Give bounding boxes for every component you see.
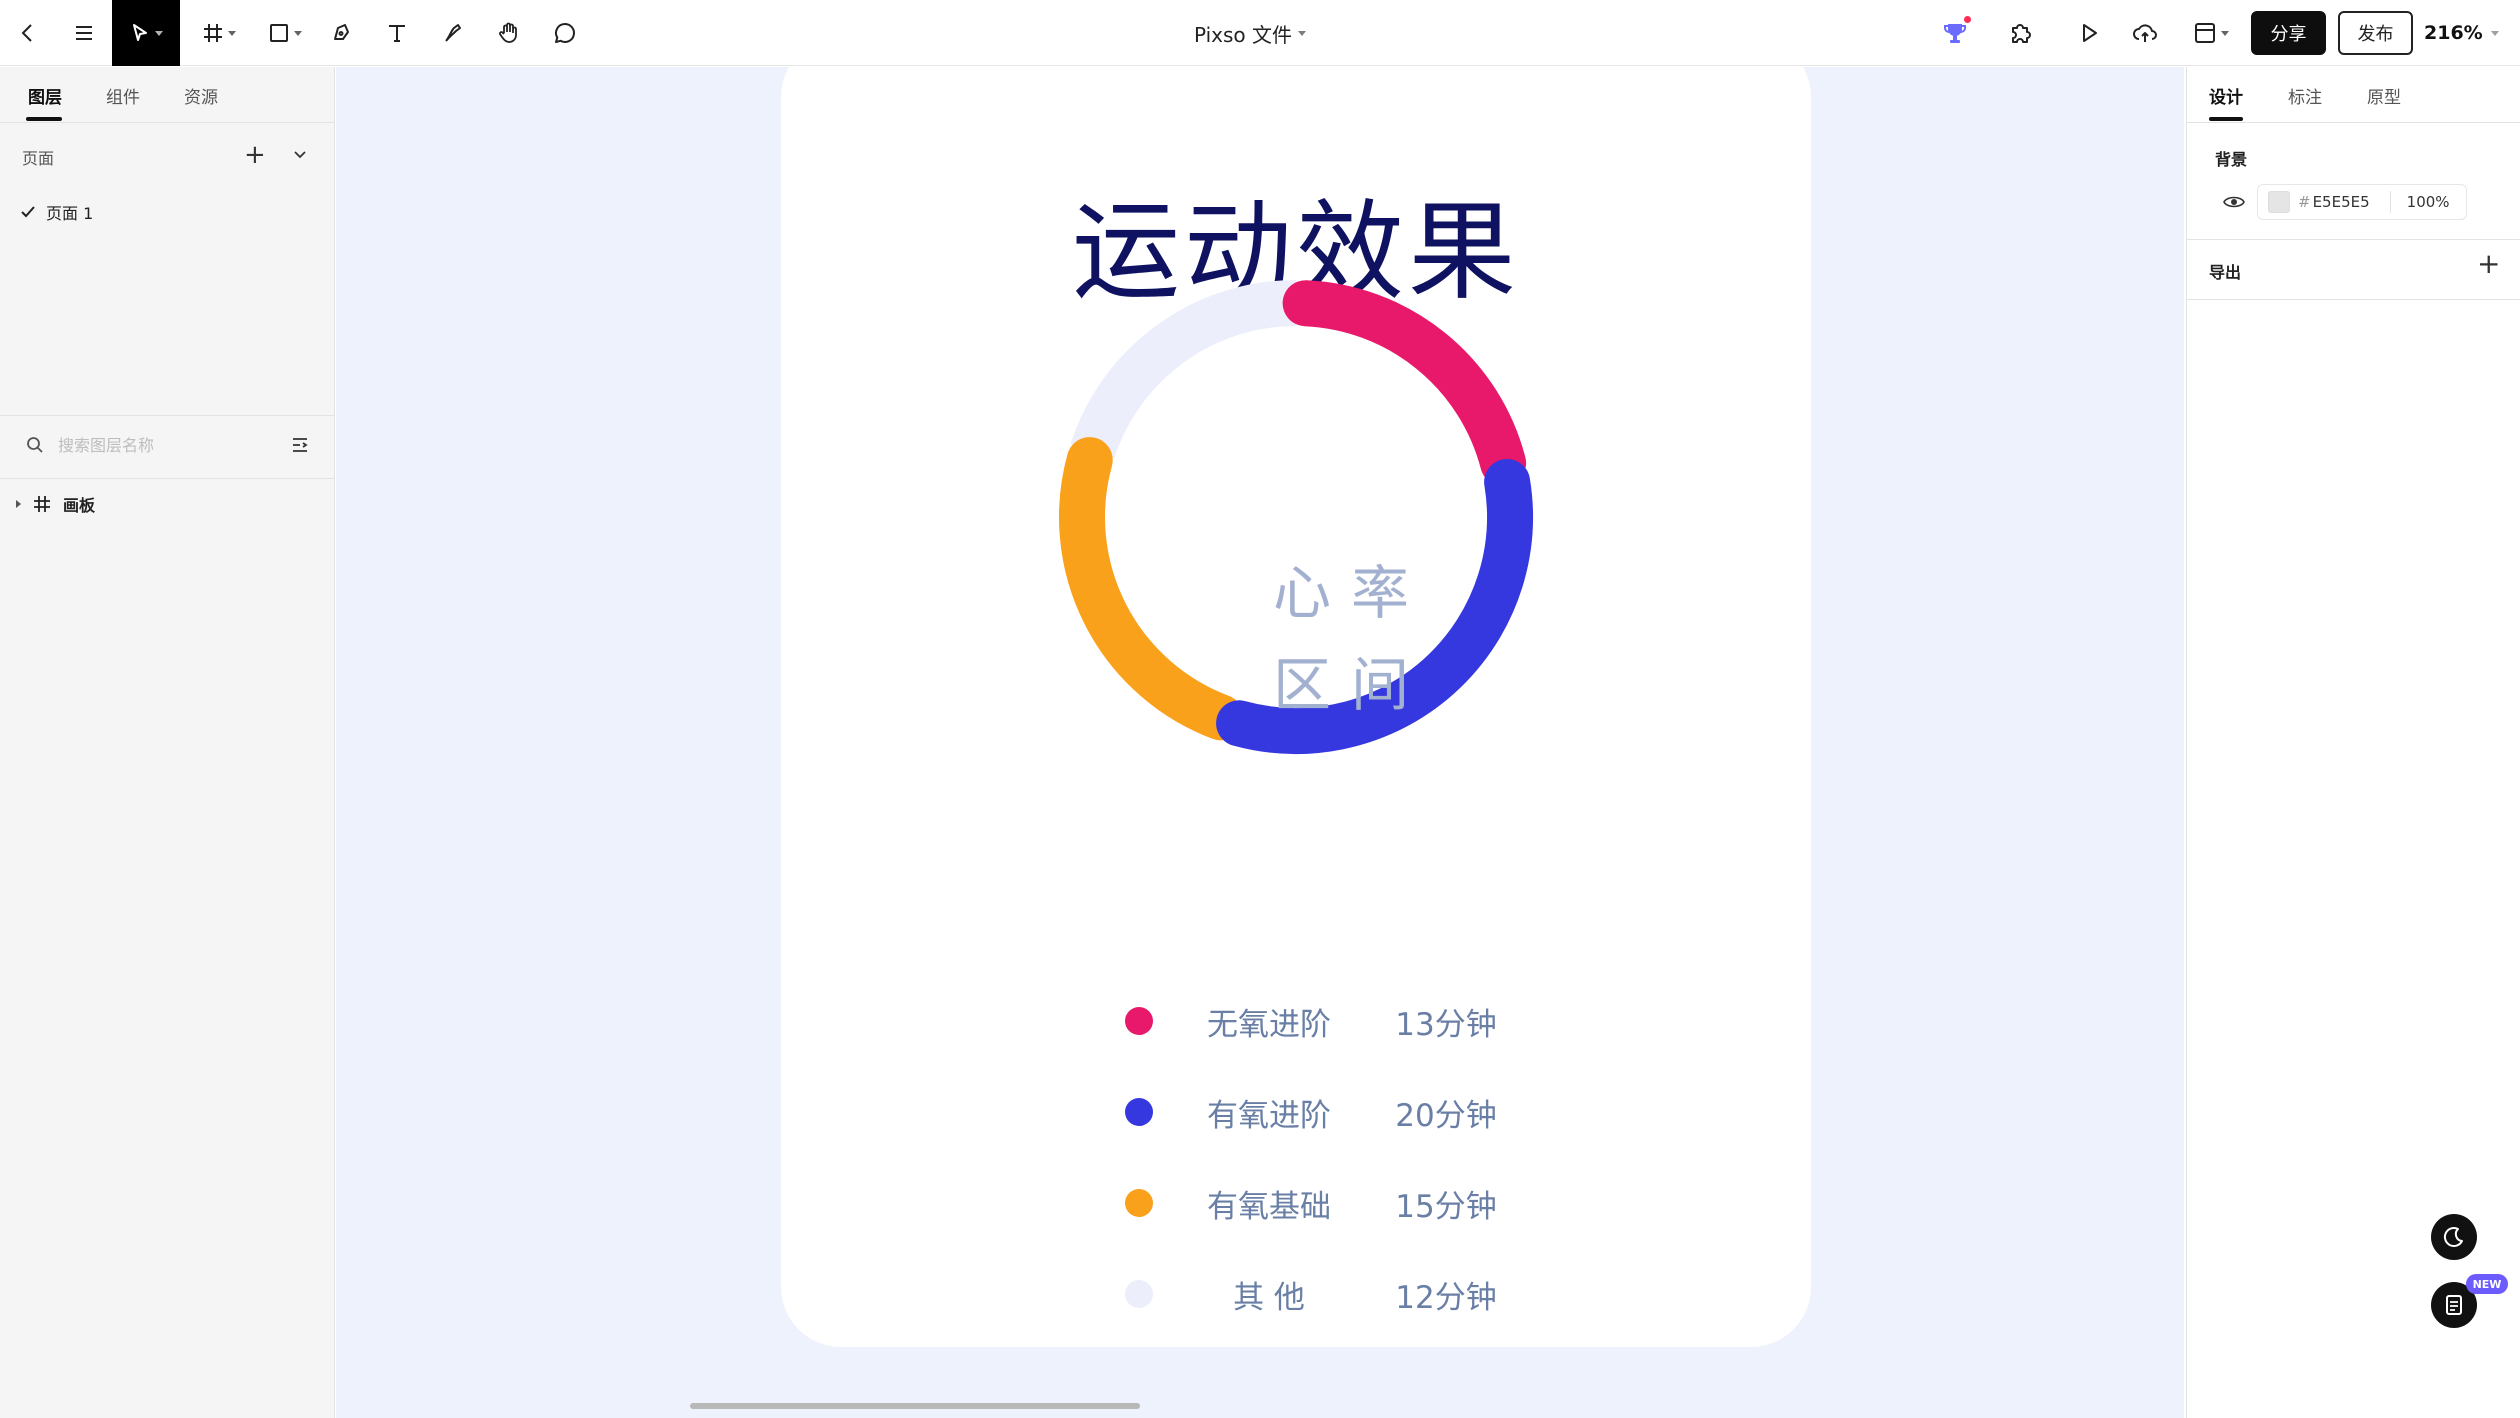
donut-segment-2 xyxy=(1059,437,1244,741)
frame-icon xyxy=(204,24,222,42)
tab-design[interactable]: 设计 xyxy=(2209,83,2243,108)
legend-dot xyxy=(1125,1098,1153,1126)
rectangle-tool-button[interactable] xyxy=(262,0,308,66)
donut-center-label: 心率 区间 xyxy=(1226,547,1476,731)
legend-dot xyxy=(1125,1189,1153,1217)
tab-annotate[interactable]: 标注 xyxy=(2288,83,2322,108)
plugin-icon[interactable] xyxy=(2004,0,2038,66)
add-page-icon[interactable]: + xyxy=(244,142,266,168)
expand-arrow-icon[interactable] xyxy=(16,500,21,508)
move-tool-button[interactable] xyxy=(112,0,180,66)
export-section-title: 导出 xyxy=(2209,263,2242,282)
right-panel: 设计 标注 原型 背景 # E5E5E5 100% 导出 + xyxy=(2186,67,2520,1418)
hash-symbol: # xyxy=(2298,193,2311,211)
search-icon xyxy=(27,437,43,453)
chevron-down-icon xyxy=(1298,30,1307,36)
frame-tool-button[interactable] xyxy=(196,0,242,66)
background-row: # E5E5E5 100% xyxy=(2223,184,2503,220)
horizontal-scrollbar[interactable] xyxy=(690,1403,1140,1409)
hex-value[interactable]: E5E5E5 xyxy=(2313,193,2370,211)
filter-icon[interactable] xyxy=(290,435,310,459)
opacity-value[interactable]: 100% xyxy=(2407,193,2450,211)
background-section-title: 背景 xyxy=(2215,150,2248,169)
file-title-dropdown[interactable]: Pixso 文件 xyxy=(1150,0,1350,66)
center-line-1: 心率 xyxy=(1272,559,1429,627)
divider xyxy=(2187,299,2520,300)
page-list-item[interactable]: 页面 1 xyxy=(20,197,320,227)
artboard[interactable]: 运动效果 心率 区间 无氧进阶 13分钟 有氧进阶 20分钟 有氧基础 15分钟… xyxy=(781,67,1811,1347)
top-toolbar: Pixso 文件 分享 发布 216% xyxy=(0,0,2520,66)
divider xyxy=(0,478,334,479)
hand-icon[interactable] xyxy=(494,0,524,66)
add-export-icon[interactable]: + xyxy=(2477,250,2500,278)
tab-prototype[interactable]: 原型 xyxy=(2367,83,2401,108)
legend-time: 15分钟 xyxy=(1395,1189,1497,1225)
color-swatch[interactable] xyxy=(2268,191,2290,213)
left-panel: 图层 组件 资源 页面 + 页面 1 画板 xyxy=(0,67,335,1418)
donut-segment-0 xyxy=(1282,280,1527,487)
layer-name: 画板 xyxy=(63,496,96,515)
chevron-down-icon[interactable] xyxy=(292,147,308,167)
background-color-field[interactable]: # E5E5E5 100% xyxy=(2257,184,2467,220)
move-icon xyxy=(133,24,147,41)
zoom-dropdown[interactable]: 216% xyxy=(2424,0,2499,66)
page-name: 页面 1 xyxy=(46,204,94,223)
file-title: Pixso 文件 xyxy=(1193,22,1293,47)
play-icon[interactable] xyxy=(2072,0,2106,66)
field-separator xyxy=(2389,191,2391,213)
pencil-icon[interactable] xyxy=(438,0,468,66)
back-icon[interactable] xyxy=(10,0,46,66)
legend-time: 13分钟 xyxy=(1395,1007,1497,1043)
tab-assets[interactable]: 资源 xyxy=(184,83,218,108)
divider xyxy=(0,415,334,416)
publish-button[interactable]: 发布 xyxy=(2338,11,2413,55)
menu-icon[interactable] xyxy=(64,0,104,66)
legend-dot xyxy=(1125,1280,1153,1308)
rectangle-icon xyxy=(270,24,288,42)
layer-item-artboard[interactable]: 画板 xyxy=(16,489,95,519)
document-icon xyxy=(2446,1295,2462,1315)
layout-icon xyxy=(2195,23,2215,43)
legend-row: 有氧进阶 20分钟 xyxy=(781,1086,1811,1136)
theme-toggle-button[interactable] xyxy=(2431,1214,2477,1260)
layer-search xyxy=(26,427,316,463)
active-tab-indicator xyxy=(2209,117,2243,121)
donut-segment-3 xyxy=(1070,280,1297,459)
pages-header: 页面 xyxy=(22,149,55,168)
notification-dot xyxy=(1962,14,1973,25)
left-panel-tabs: 图层 组件 资源 xyxy=(0,67,334,123)
legend-row: 有氧基础 15分钟 xyxy=(781,1177,1811,1227)
legend-time: 12分钟 xyxy=(1395,1280,1497,1316)
text-icon[interactable] xyxy=(382,0,412,66)
center-line-2: 区间 xyxy=(1272,651,1429,719)
comment-icon[interactable] xyxy=(550,0,580,66)
new-badge: NEW xyxy=(2466,1274,2508,1294)
legend-dot xyxy=(1125,1007,1153,1035)
ai-trophy-icon[interactable] xyxy=(1938,0,1973,66)
legend-row: 其 他 12分钟 xyxy=(781,1268,1811,1318)
eye-icon[interactable] xyxy=(2223,191,2245,213)
active-tab-indicator xyxy=(26,117,62,121)
layer-search-input[interactable] xyxy=(58,435,258,455)
upload-icon[interactable] xyxy=(2128,0,2162,66)
design-canvas[interactable]: 运动效果 心率 区间 无氧进阶 13分钟 有氧进阶 20分钟 有氧基础 15分钟… xyxy=(336,67,2184,1418)
share-button[interactable]: 分享 xyxy=(2251,11,2326,55)
zoom-level: 216% xyxy=(2424,22,2483,44)
moon-icon xyxy=(2443,1227,2463,1248)
divider xyxy=(2187,239,2520,240)
legend-time: 20分钟 xyxy=(1395,1098,1497,1134)
tab-layers[interactable]: 图层 xyxy=(28,83,62,108)
layout-button[interactable] xyxy=(2186,0,2236,66)
tab-components[interactable]: 组件 xyxy=(106,83,140,108)
right-panel-tabs: 设计 标注 原型 xyxy=(2187,67,2520,123)
pen-icon[interactable] xyxy=(326,0,356,66)
chevron-down-icon xyxy=(2490,30,2499,36)
legend-row: 无氧进阶 13分钟 xyxy=(781,995,1811,1045)
frame-icon xyxy=(34,496,50,512)
check-icon xyxy=(21,206,35,218)
